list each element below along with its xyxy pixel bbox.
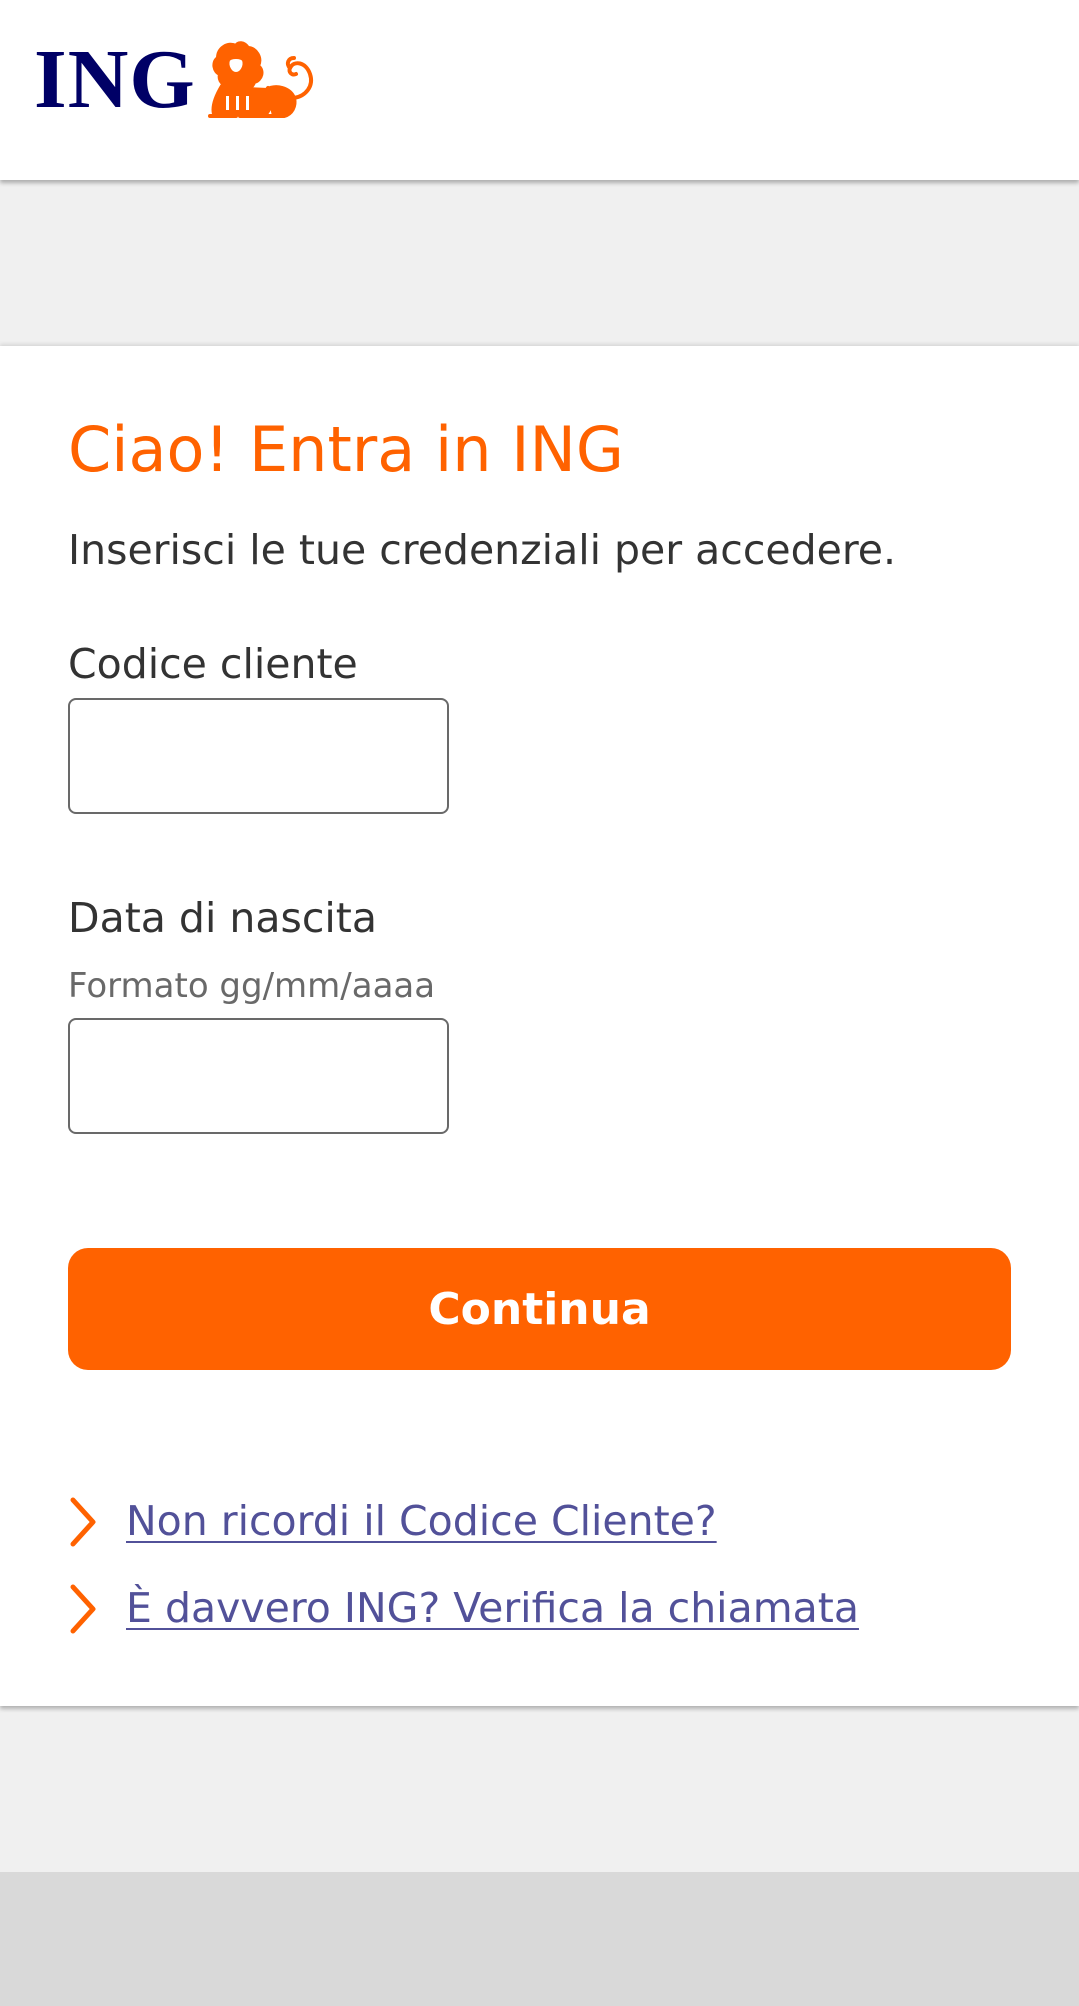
customer-code-input[interactable]	[68, 698, 449, 814]
chevron-right-icon	[70, 1584, 96, 1634]
forgot-customer-code-link[interactable]: Non ricordi il Codice Cliente?	[126, 1497, 717, 1546]
forgot-code-link-row[interactable]: Non ricordi il Codice Cliente?	[68, 1492, 717, 1552]
chevron-right-icon	[70, 1497, 96, 1547]
birth-date-input[interactable]	[68, 1018, 449, 1134]
continue-button[interactable]: Continua	[68, 1248, 1011, 1370]
verify-call-link-row[interactable]: È davvero ING? Verifica la chiamata	[68, 1579, 859, 1639]
login-card: Ciao! Entra in ING Inserisci le tue cred…	[0, 346, 1079, 1706]
ing-logo[interactable]: ING	[34, 38, 324, 122]
site-header: ING	[0, 0, 1079, 180]
lion-icon	[207, 41, 313, 118]
verify-call-link[interactable]: È davvero ING? Verifica la chiamata	[126, 1584, 859, 1633]
birth-date-format-hint: Formato gg/mm/aaaa	[68, 966, 436, 1006]
birth-date-label: Data di nascita	[68, 894, 377, 942]
page-title: Ciao! Entra in ING	[68, 413, 624, 486]
page-footer	[0, 1872, 1079, 2006]
logo-text: ING	[34, 33, 196, 126]
customer-code-label: Codice cliente	[68, 640, 358, 688]
top-spacer	[0, 180, 1079, 346]
bottom-spacer	[0, 1706, 1079, 1872]
page-subtitle: Inserisci le tue credenziali per acceder…	[68, 526, 897, 574]
